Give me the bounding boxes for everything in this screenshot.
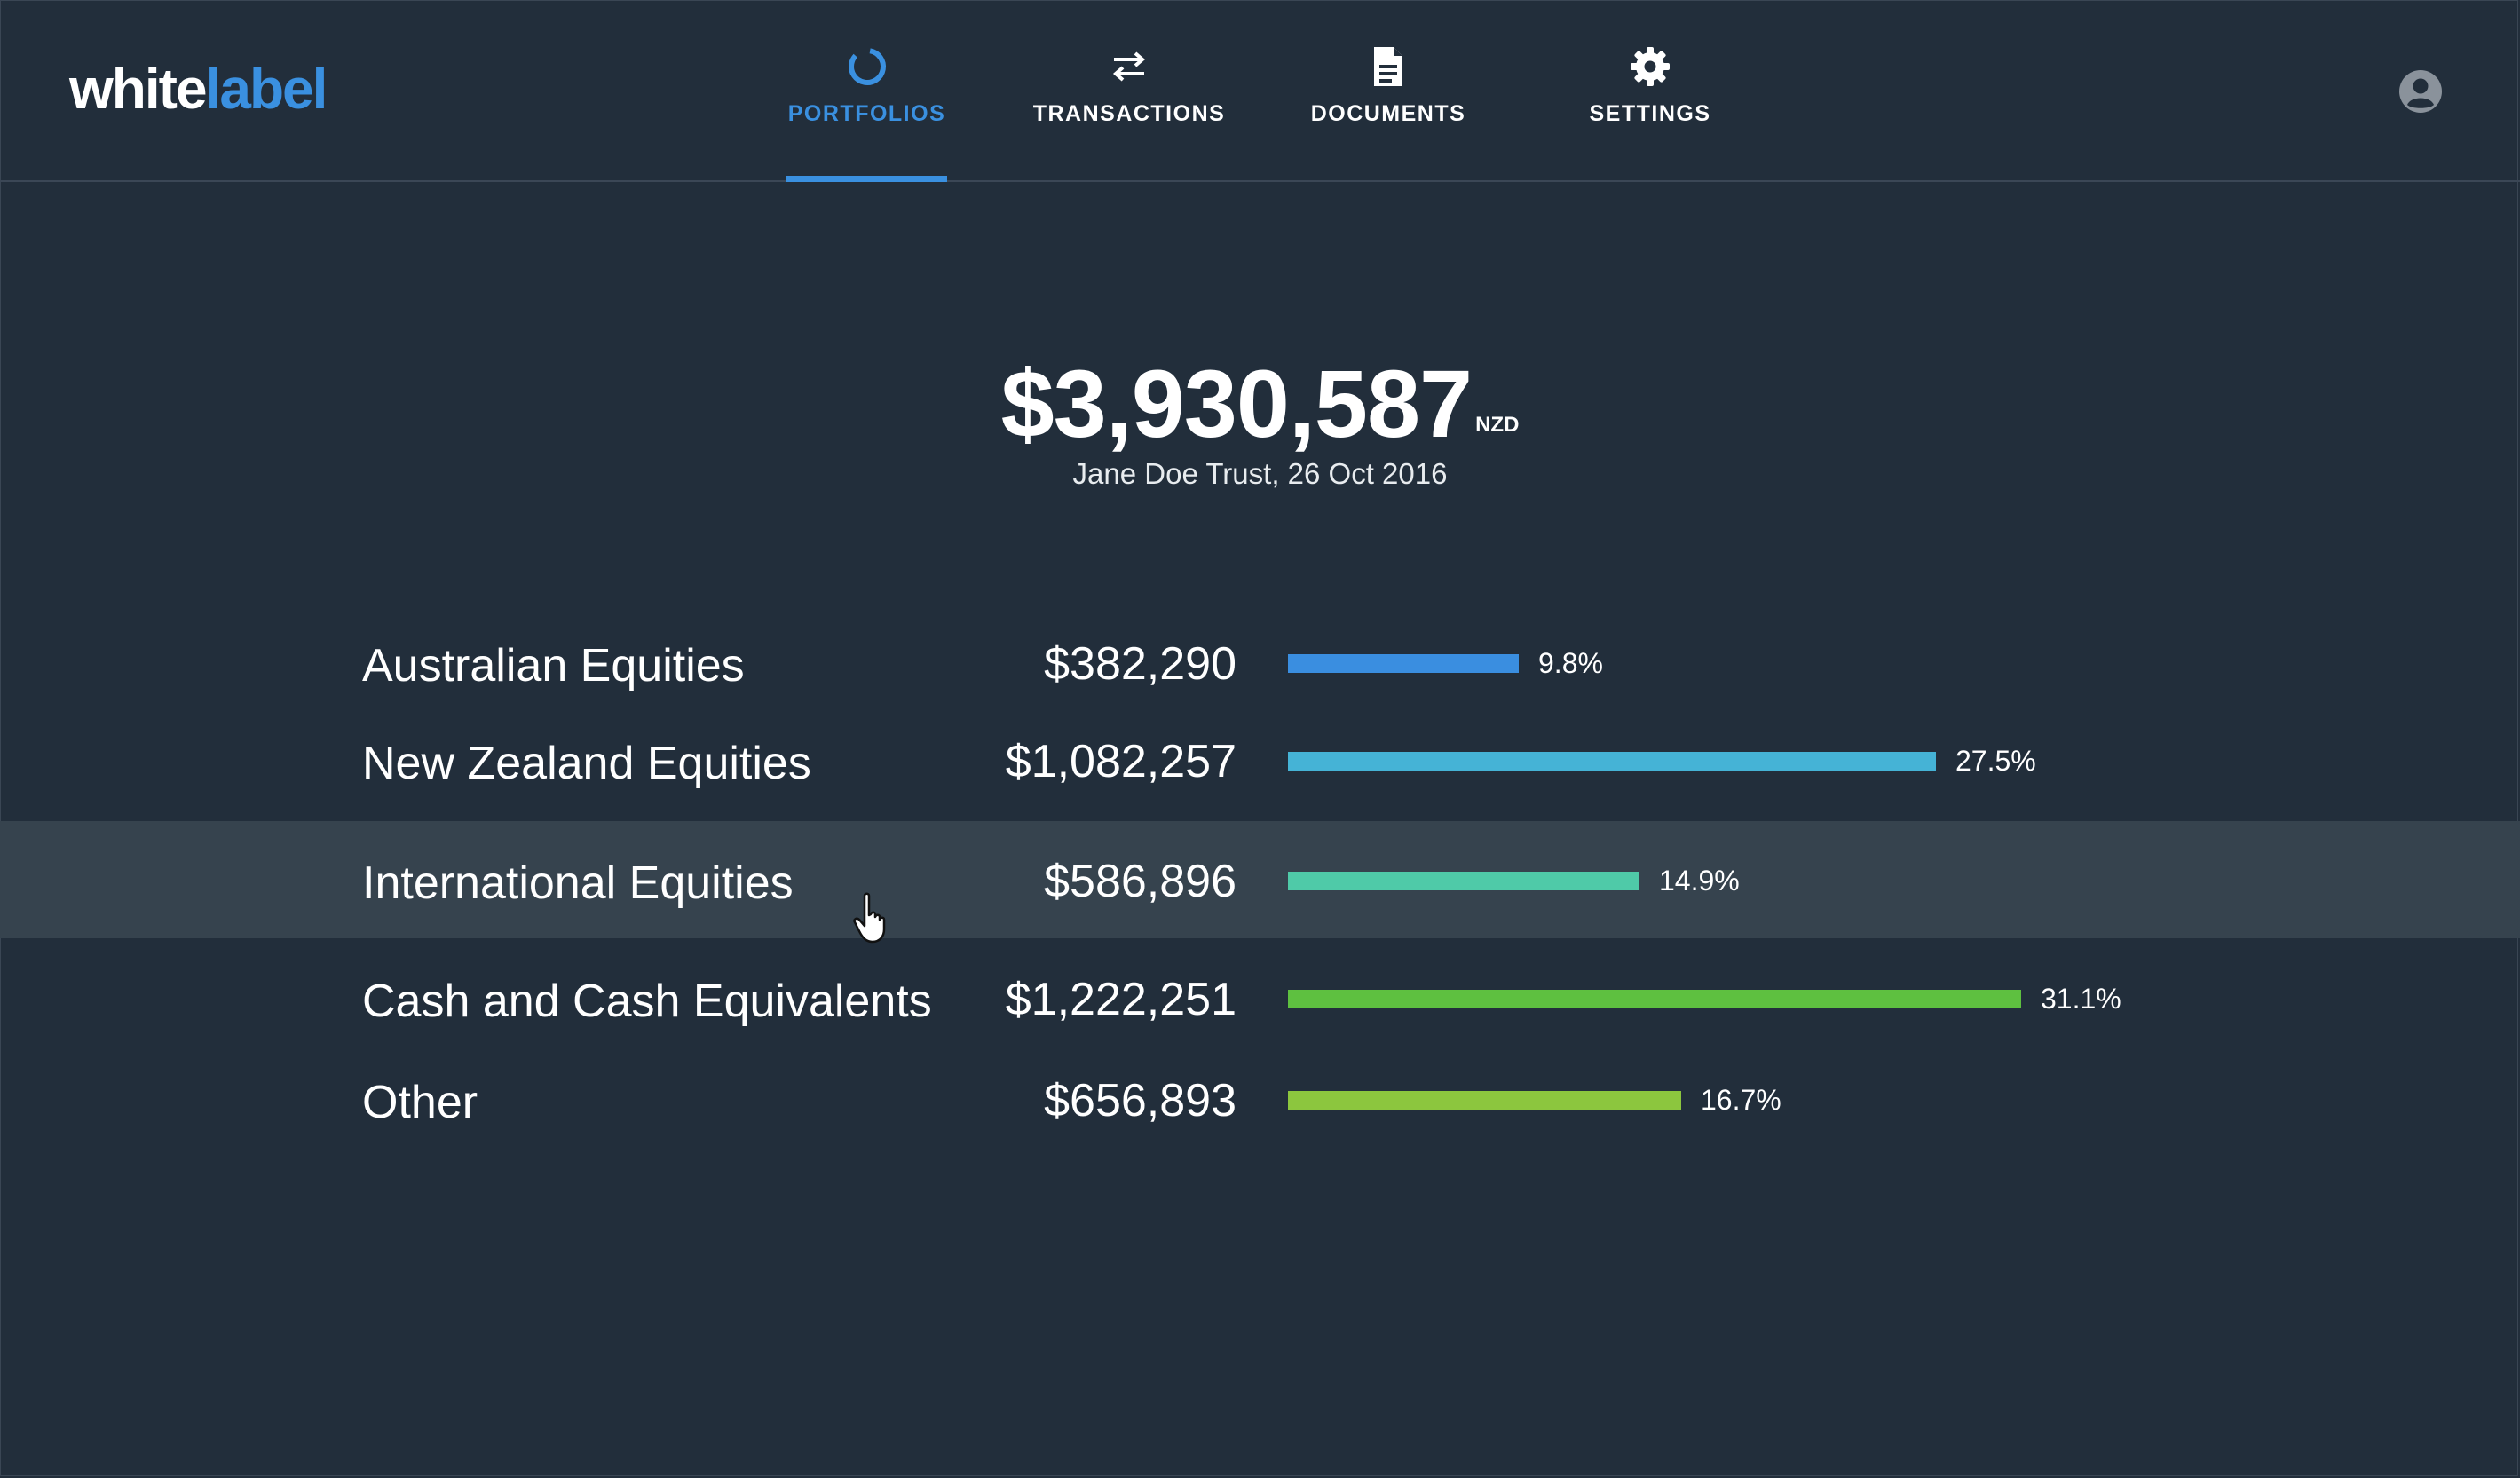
allocation-name: Australian Equities: [362, 640, 745, 692]
allocation-percent: 27.5%: [1955, 745, 2036, 777]
nav-tab-label: SETTINGS: [1589, 101, 1711, 126]
allocation-name: New Zealand Equities: [362, 738, 811, 789]
allocation-bar: [1288, 654, 1519, 673]
gear-icon: [1623, 44, 1677, 89]
allocation-name: International Equities: [362, 858, 794, 909]
allocation-row[interactable]: Cash and Cash Equivalents $1,222,251 31.1%: [0, 939, 2520, 1056]
swap-arrows-icon: [1102, 44, 1156, 89]
allocation-value: $1,222,251: [1005, 974, 1236, 1025]
nav-tab-label: DOCUMENTS: [1310, 101, 1466, 126]
donut-chart-icon: [841, 44, 894, 89]
allocation-percent: 31.1%: [2041, 983, 2121, 1015]
hand-cursor-icon: [852, 892, 893, 945]
user-avatar-icon[interactable]: [2398, 69, 2443, 114]
nav-tab-documents[interactable]: DOCUMENTS: [1296, 0, 1481, 182]
allocation-value: $1,082,257: [1005, 736, 1236, 787]
allocation-value: $586,896: [1044, 856, 1236, 907]
portfolio-total: $3,930,587 NZD: [0, 342, 2520, 466]
allocation-row[interactable]: New Zealand Equities $1,082,257 27.5%: [0, 701, 2520, 818]
allocation-value: $382,290: [1044, 638, 1236, 690]
allocation-percent: 9.8%: [1538, 647, 1603, 679]
allocation-percent: 14.9%: [1659, 865, 1740, 897]
allocation-value: $656,893: [1044, 1075, 1236, 1126]
total-value: $3,930,587: [1000, 350, 1473, 457]
top-header: whitelabel PORTFOLIOS TRANSACTIONS DOCUM…: [0, 0, 2520, 182]
nav-tab-portfolios[interactable]: PORTFOLIOS: [786, 0, 947, 182]
active-tab-indicator: [786, 176, 947, 182]
currency-code: NZD: [1475, 413, 1520, 437]
logo-text-white: white: [69, 57, 208, 121]
allocation-name: Cash and Cash Equivalents: [362, 976, 932, 1027]
brand-logo[interactable]: whitelabel: [69, 53, 328, 124]
document-icon: [1362, 44, 1415, 89]
allocation-bar: [1288, 990, 2021, 1008]
allocation-row[interactable]: Other $656,893 16.7%: [0, 1040, 2520, 1158]
nav-tab-settings[interactable]: SETTINGS: [1562, 0, 1738, 182]
allocation-percent: 16.7%: [1701, 1084, 1781, 1116]
nav-tab-label: PORTFOLIOS: [787, 101, 946, 126]
nav-tab-transactions[interactable]: TRANSACTIONS: [1023, 0, 1236, 182]
portfolio-subtitle: Jane Doe Trust, 26 Oct 2016: [1072, 457, 1448, 490]
allocation-row[interactable]: International Equities $586,896 14.9%: [0, 821, 2520, 938]
nav-tab-label: TRANSACTIONS: [1032, 101, 1226, 126]
allocation-bar: [1288, 752, 1936, 771]
allocation-name: Other: [362, 1077, 478, 1128]
allocation-bar: [1288, 872, 1639, 890]
logo-text-label: label: [205, 57, 328, 121]
allocation-bar: [1288, 1091, 1681, 1110]
